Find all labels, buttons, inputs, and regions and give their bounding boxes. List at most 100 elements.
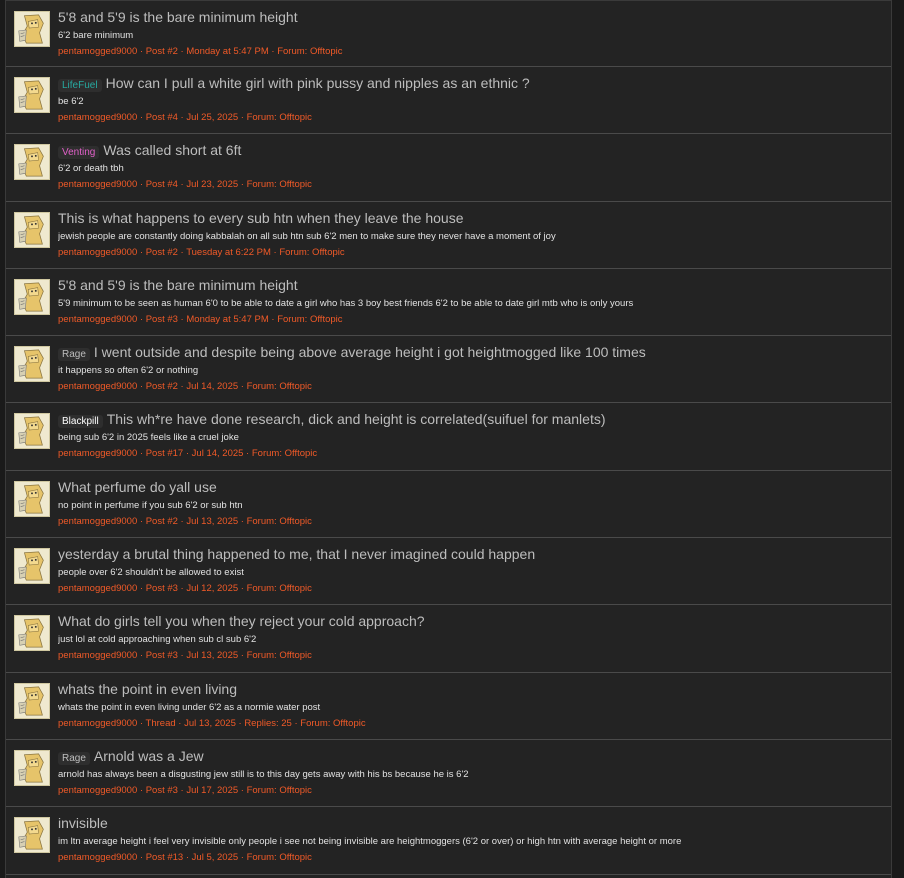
result-meta: pentamogged9000 · Post #2 · Jul 14, 2025… [58, 381, 883, 394]
author-link[interactable]: pentamogged9000 [58, 448, 137, 459]
post-number[interactable]: Thread [146, 718, 176, 729]
forum-link[interactable]: Forum: Offtopic [279, 247, 344, 258]
thread-title-link[interactable]: 5'8 and 5'9 is the bare minimum height [58, 9, 298, 25]
meta-separator: · [238, 650, 247, 662]
search-result-row: Rage I went outside and despite being ab… [6, 336, 891, 404]
forum-link[interactable]: Forum: Offtopic [277, 314, 342, 325]
search-result-row: yesterday a brutal thing happened to me,… [6, 538, 891, 606]
cartoon-character-icon [15, 414, 49, 449]
thread-title-link[interactable]: 5'8 and 5'9 is the bare minimum height [58, 277, 298, 293]
author-link[interactable]: pentamogged9000 [58, 852, 137, 863]
author-link[interactable]: pentamogged9000 [58, 381, 137, 392]
thread-title-link[interactable]: Was called short at 6ft [103, 142, 241, 158]
avatar[interactable] [14, 144, 50, 181]
post-number[interactable]: Post #3 [146, 583, 178, 594]
thread-title-link[interactable]: What perfume do yall use [58, 479, 217, 495]
title-line: LifeFuel How can I pull a white girl wit… [58, 75, 883, 93]
result-meta: pentamogged9000 · Post #3 · Jul 13, 2025… [58, 650, 883, 663]
post-snippet: arnold has always been a disgusting jew … [58, 768, 469, 780]
avatar[interactable] [14, 749, 50, 786]
post-number[interactable]: Post #4 [146, 179, 178, 190]
author-link[interactable]: pentamogged9000 [58, 314, 137, 325]
avatar[interactable] [14, 278, 50, 315]
author-link[interactable]: pentamogged9000 [58, 516, 137, 527]
avatar[interactable] [14, 77, 50, 113]
forum-link[interactable]: Forum: Offtopic [247, 785, 312, 796]
author-link[interactable]: pentamogged9000 [58, 650, 137, 661]
author-link[interactable]: pentamogged9000 [58, 583, 137, 594]
post-date: Jul 13, 2025 [186, 515, 239, 527]
forum-link[interactable]: Forum: Offtopic [277, 46, 342, 57]
avatar[interactable] [14, 548, 50, 585]
result-content: yesterday a brutal thing happened to me,… [58, 546, 883, 596]
thread-title-link[interactable]: What do girls tell you when they reject … [58, 613, 425, 629]
thread-title-link[interactable]: invisible [58, 815, 108, 831]
thread-prefix-label[interactable]: Blackpill [58, 415, 103, 429]
post-date: Jul 13, 2025 [184, 717, 236, 729]
forum-link[interactable]: Forum: Offtopic [252, 448, 317, 459]
author-link[interactable]: pentamogged9000 [58, 718, 137, 729]
avatar[interactable] [14, 346, 50, 383]
forum-link[interactable]: Forum: Offtopic [247, 179, 312, 190]
meta-separator: · [137, 46, 146, 57]
post-number[interactable]: Post #2 [146, 516, 178, 527]
thread-title-link[interactable]: Arnold was a Jew [94, 748, 204, 764]
title-line: whats the point in even living [58, 681, 883, 699]
title-line: invisible [58, 815, 883, 833]
post-number[interactable]: Post #13 [146, 852, 184, 863]
thread-title-link[interactable]: whats the point in even living [58, 681, 237, 697]
cartoon-character-icon [15, 145, 49, 180]
meta-separator: · [137, 515, 146, 527]
post-date: Monday at 5:47 PM [186, 46, 269, 57]
post-number[interactable]: Post #2 [146, 381, 178, 392]
author-link[interactable]: pentamogged9000 [58, 247, 137, 258]
author-link[interactable]: pentamogged9000 [58, 46, 137, 57]
forum-link[interactable]: Forum: Offtopic [247, 583, 312, 594]
thread-prefix-label[interactable]: Rage [58, 751, 90, 765]
thread-title-link[interactable]: How can I pull a white girl with pink pu… [106, 75, 530, 91]
post-number[interactable]: Post #3 [146, 314, 178, 325]
title-line: This is what happens to every sub htn wh… [58, 210, 883, 228]
post-number[interactable]: Post #3 [146, 650, 178, 661]
result-meta: pentamogged9000 · Post #13 · Jul 5, 2025… [58, 852, 883, 865]
meta-separator: · [268, 46, 278, 57]
avatar[interactable] [14, 413, 50, 450]
cartoon-character-icon [15, 347, 49, 382]
post-date: Tuesday at 6:22 PM [186, 246, 271, 258]
forum-link[interactable]: Forum: Offtopic [247, 516, 312, 527]
forum-link[interactable]: Forum: Offtopic [247, 112, 312, 123]
avatar[interactable] [14, 480, 50, 517]
post-number[interactable]: Post #4 [146, 112, 178, 123]
search-result-row: Venting Was called short at 6ft 6'2 or d… [6, 134, 891, 202]
forum-link[interactable]: Forum: Offtopic [300, 718, 365, 729]
forum-link[interactable]: Forum: Offtopic [247, 852, 312, 863]
avatar[interactable] [14, 615, 50, 652]
post-date: Jul 25, 2025 [186, 112, 239, 123]
post-number[interactable]: Post #3 [146, 785, 178, 796]
thread-title-link[interactable]: yesterday a brutal thing happened to me,… [58, 546, 535, 562]
thread-title-link[interactable]: This wh*re have done research, dick and … [107, 411, 606, 427]
post-number[interactable]: Post #17 [146, 448, 184, 459]
thread-prefix-label[interactable]: Venting [58, 146, 100, 160]
avatar[interactable] [14, 682, 50, 719]
avatar[interactable] [14, 817, 50, 854]
thread-title-link[interactable]: This is what happens to every sub htn wh… [58, 210, 463, 226]
avatar[interactable] [14, 11, 50, 47]
forum-link[interactable]: Forum: Offtopic [247, 650, 312, 661]
forum-link[interactable]: Forum: Offtopic [247, 381, 312, 392]
thread-prefix-label[interactable]: LifeFuel [58, 79, 102, 92]
post-date: Jul 14, 2025 [191, 448, 244, 460]
meta-separator: · [175, 717, 185, 729]
title-line: 5'8 and 5'9 is the bare minimum height [58, 277, 883, 295]
thread-title-link[interactable]: I went outside and despite being above a… [94, 344, 646, 360]
meta-separator: · [137, 650, 146, 662]
meta-separator: · [137, 852, 146, 864]
reply-count: Replies: 25 [244, 717, 292, 729]
author-link[interactable]: pentamogged9000 [58, 112, 137, 123]
author-link[interactable]: pentamogged9000 [58, 785, 137, 796]
post-number[interactable]: Post #2 [146, 46, 178, 57]
avatar[interactable] [14, 211, 50, 248]
thread-prefix-label[interactable]: Rage [58, 348, 90, 362]
post-number[interactable]: Post #2 [146, 247, 178, 258]
author-link[interactable]: pentamogged9000 [58, 179, 137, 190]
